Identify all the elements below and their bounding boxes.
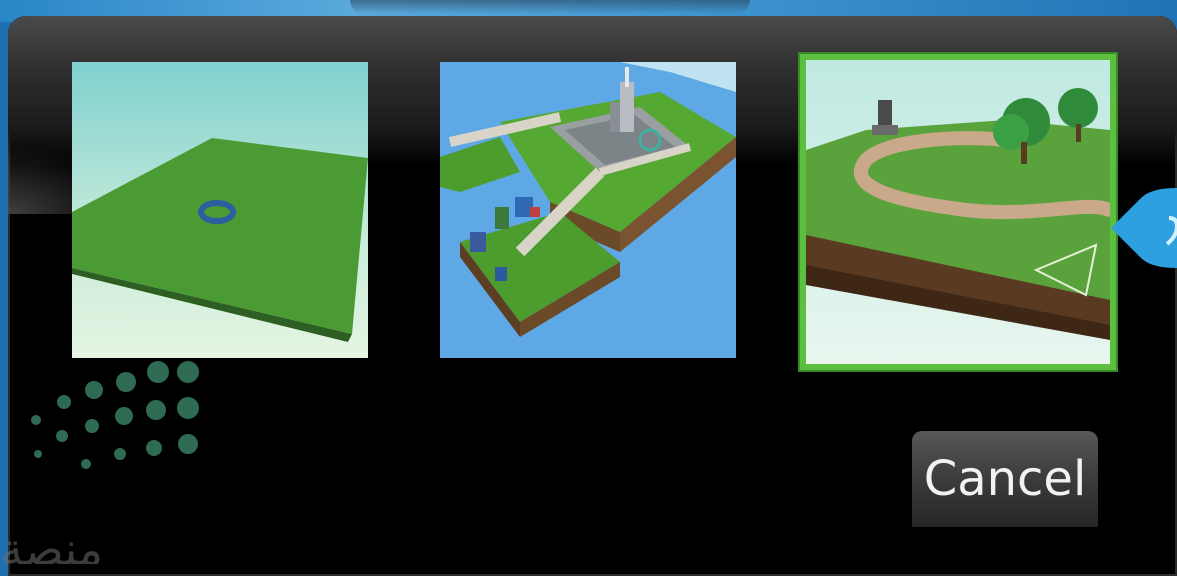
baseplate-preview-image	[72, 62, 368, 358]
watermark-logo-dots-icon	[31, 361, 199, 469]
cancel-button[interactable]: Cancel	[912, 431, 1098, 527]
watermark-text: منصة	[0, 526, 104, 564]
next-arrow-tab-icon[interactable]	[1111, 178, 1177, 278]
template-thumbnail-baseplate[interactable]	[72, 62, 368, 358]
hills-path-preview-image	[806, 60, 1110, 364]
city-island-preview-image	[440, 62, 736, 358]
title-smudge	[350, 0, 750, 14]
template-thumbnail-city-island[interactable]	[440, 62, 736, 358]
template-thumbnail-hills-path[interactable]	[800, 54, 1116, 370]
